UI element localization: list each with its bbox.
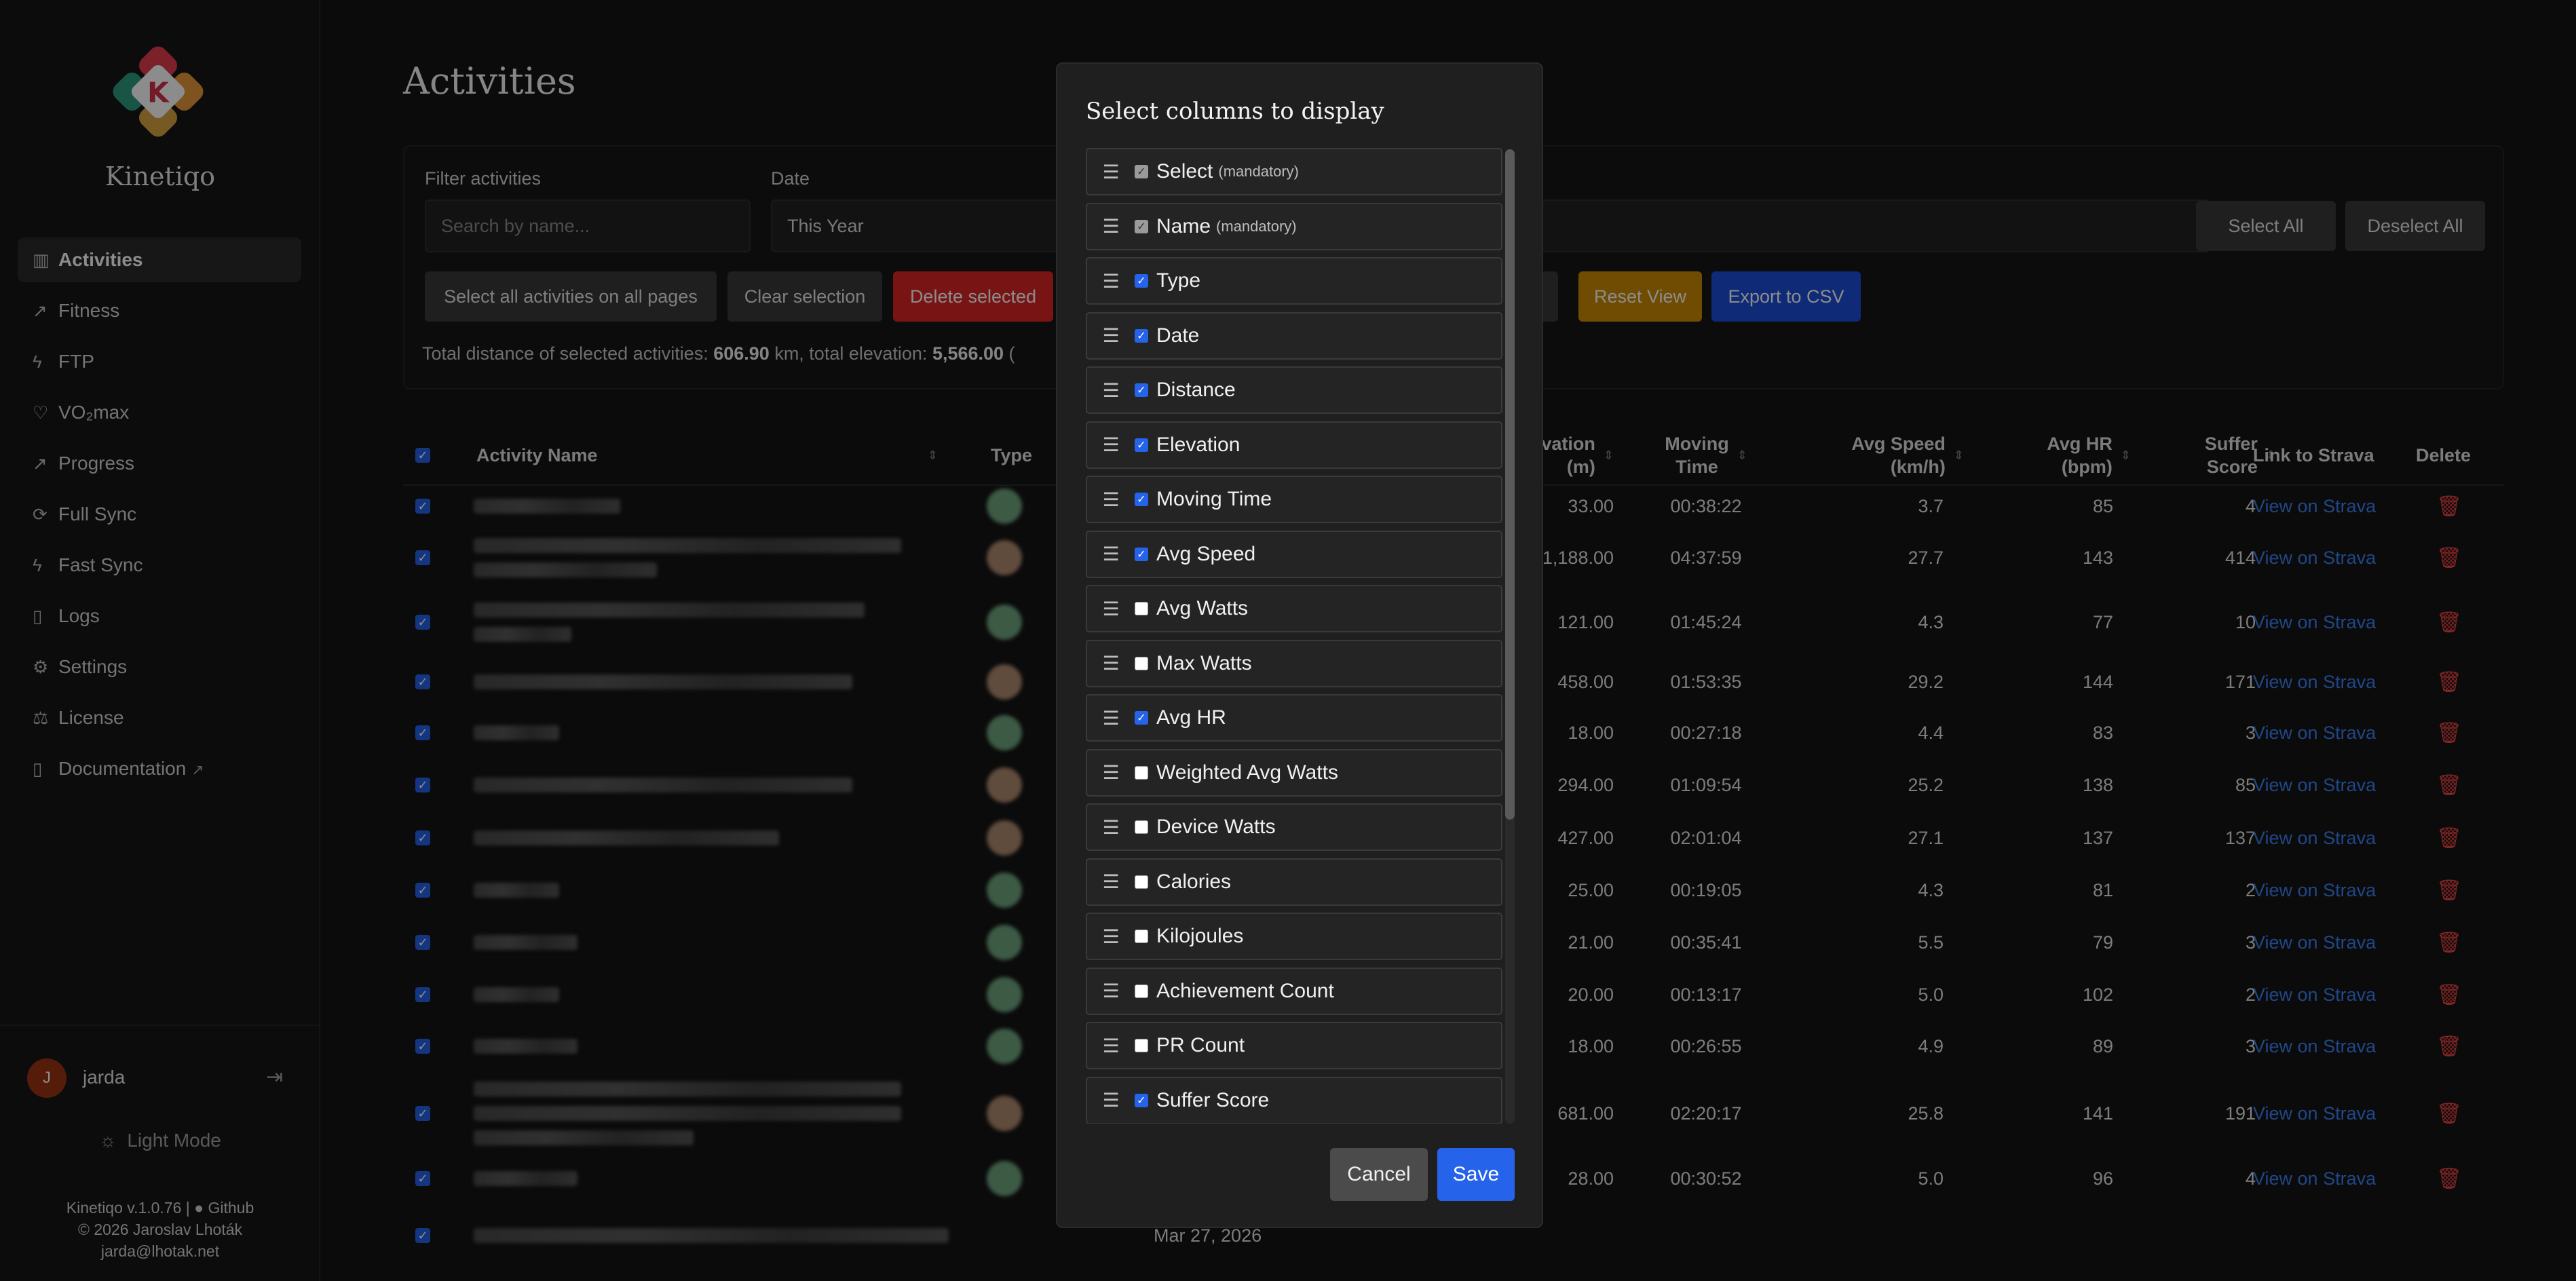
mandatory-note: (mandatory) xyxy=(1218,163,1299,180)
drag-handle-icon[interactable]: ☰ xyxy=(1087,816,1135,839)
column-chooser-modal: Select columns to display ☰ ✓ Select (manda… xyxy=(1056,62,1543,1228)
column-option[interactable]: ☰ Max Watts xyxy=(1086,639,1502,687)
column-option[interactable]: ☰ ✓ Distance xyxy=(1086,366,1502,414)
drag-handle-icon[interactable]: ☰ xyxy=(1087,379,1135,402)
column-label: Avg Speed xyxy=(1156,542,1256,565)
column-checkbox[interactable] xyxy=(1135,1039,1148,1052)
column-option[interactable]: ☰ ✓ Date xyxy=(1086,311,1502,360)
column-checkbox[interactable] xyxy=(1135,875,1148,889)
column-checkbox[interactable]: ✓ xyxy=(1135,711,1148,725)
column-label: Suffer Score xyxy=(1156,1088,1270,1111)
column-label: Distance xyxy=(1156,379,1236,401)
column-checkbox[interactable] xyxy=(1135,820,1148,834)
drag-handle-icon[interactable]: ☰ xyxy=(1087,489,1135,511)
column-option[interactable]: ☰ PR Count xyxy=(1086,1022,1502,1069)
column-label: Avg HR xyxy=(1156,706,1226,729)
mandatory-note: (mandatory) xyxy=(1216,217,1297,235)
column-option[interactable]: ☰ ✓ Moving Time xyxy=(1086,476,1502,523)
column-label: Type xyxy=(1156,269,1201,292)
column-label: Name xyxy=(1156,214,1211,237)
column-option[interactable]: ☰ Weighted Avg Watts xyxy=(1086,748,1502,797)
drag-handle-icon[interactable]: ☰ xyxy=(1087,871,1135,893)
column-label: Moving Time xyxy=(1156,488,1272,510)
column-checkbox[interactable]: ✓ xyxy=(1135,1093,1148,1107)
column-checkbox[interactable] xyxy=(1135,765,1148,780)
column-option[interactable]: ☰ ✓ Suffer Score xyxy=(1086,1076,1502,1124)
drag-handle-icon[interactable]: ☰ xyxy=(1087,543,1135,565)
save-button[interactable]: Save xyxy=(1437,1148,1515,1201)
column-option[interactable]: ☰ Avg Watts xyxy=(1086,585,1502,632)
scrollbar-thumb[interactable] xyxy=(1505,149,1515,820)
drag-handle-icon[interactable]: ☰ xyxy=(1087,161,1135,183)
cancel-button[interactable]: Cancel xyxy=(1330,1148,1428,1201)
column-checkbox[interactable]: ✓ xyxy=(1135,328,1148,343)
column-label: Weighted Avg Watts xyxy=(1156,761,1338,784)
column-label: Calories xyxy=(1156,870,1232,893)
column-checkbox[interactable] xyxy=(1135,930,1148,943)
drag-handle-icon[interactable]: ☰ xyxy=(1087,980,1135,1002)
column-label: Avg Watts xyxy=(1156,597,1249,619)
column-checkbox[interactable] xyxy=(1135,656,1148,670)
column-option[interactable]: ☰ Achievement Count xyxy=(1086,967,1502,1015)
column-label: Select xyxy=(1156,160,1213,183)
drag-handle-icon[interactable]: ☰ xyxy=(1087,270,1135,292)
drag-handle-icon[interactable]: ☰ xyxy=(1087,761,1135,784)
column-list: ☰ ✓ Select (mandatory) ☰ ✓ Name (mandatory) ☰ ✓ Ty… xyxy=(1086,148,1502,1124)
column-label: Device Watts xyxy=(1156,816,1276,838)
drag-handle-icon[interactable]: ☰ xyxy=(1087,652,1135,674)
column-option[interactable]: ☰ ✓ Avg HR xyxy=(1086,694,1502,742)
drag-handle-icon[interactable]: ☰ xyxy=(1087,324,1135,347)
column-label: Max Watts xyxy=(1156,651,1252,674)
drag-handle-icon[interactable]: ☰ xyxy=(1087,598,1135,620)
column-checkbox[interactable]: ✓ xyxy=(1135,493,1148,506)
column-label: Elevation xyxy=(1156,433,1240,456)
column-label: PR Count xyxy=(1156,1034,1245,1056)
column-label: Kilojoules xyxy=(1156,925,1244,947)
column-checkbox[interactable]: ✓ xyxy=(1135,438,1148,452)
column-option[interactable]: ☰ ✓ Elevation xyxy=(1086,421,1502,469)
drag-handle-icon[interactable]: ☰ xyxy=(1087,1035,1135,1057)
column-checkbox[interactable] xyxy=(1135,984,1148,998)
column-option[interactable]: ☰ ✓ Avg Speed xyxy=(1086,530,1502,578)
column-checkbox: ✓ xyxy=(1135,165,1148,178)
drag-handle-icon[interactable]: ☰ xyxy=(1087,925,1135,948)
column-checkbox[interactable]: ✓ xyxy=(1135,274,1148,288)
column-checkbox[interactable]: ✓ xyxy=(1135,547,1148,561)
column-option[interactable]: ☰ Kilojoules xyxy=(1086,913,1502,960)
column-checkbox[interactable] xyxy=(1135,602,1148,615)
column-option[interactable]: ☰ Device Watts xyxy=(1086,803,1502,851)
drag-handle-icon[interactable]: ☰ xyxy=(1087,434,1135,456)
column-checkbox[interactable]: ✓ xyxy=(1135,383,1148,397)
column-option[interactable]: ☰ ✓ Name (mandatory) xyxy=(1086,202,1502,250)
column-option[interactable]: ☰ ✓ Select (mandatory) xyxy=(1086,148,1502,195)
column-list-scrollbar[interactable] xyxy=(1505,149,1515,1124)
drag-handle-icon[interactable]: ☰ xyxy=(1087,707,1135,729)
column-option[interactable]: ☰ Calories xyxy=(1086,858,1502,906)
column-option[interactable]: ☰ ✓ Type xyxy=(1086,257,1502,305)
drag-handle-icon[interactable]: ☰ xyxy=(1087,215,1135,237)
modal-title: Select columns to display xyxy=(1086,98,1384,125)
drag-handle-icon[interactable]: ☰ xyxy=(1087,1089,1135,1111)
column-label: Date xyxy=(1156,324,1200,347)
column-label: Achievement Count xyxy=(1156,979,1334,1002)
column-checkbox: ✓ xyxy=(1135,219,1148,233)
